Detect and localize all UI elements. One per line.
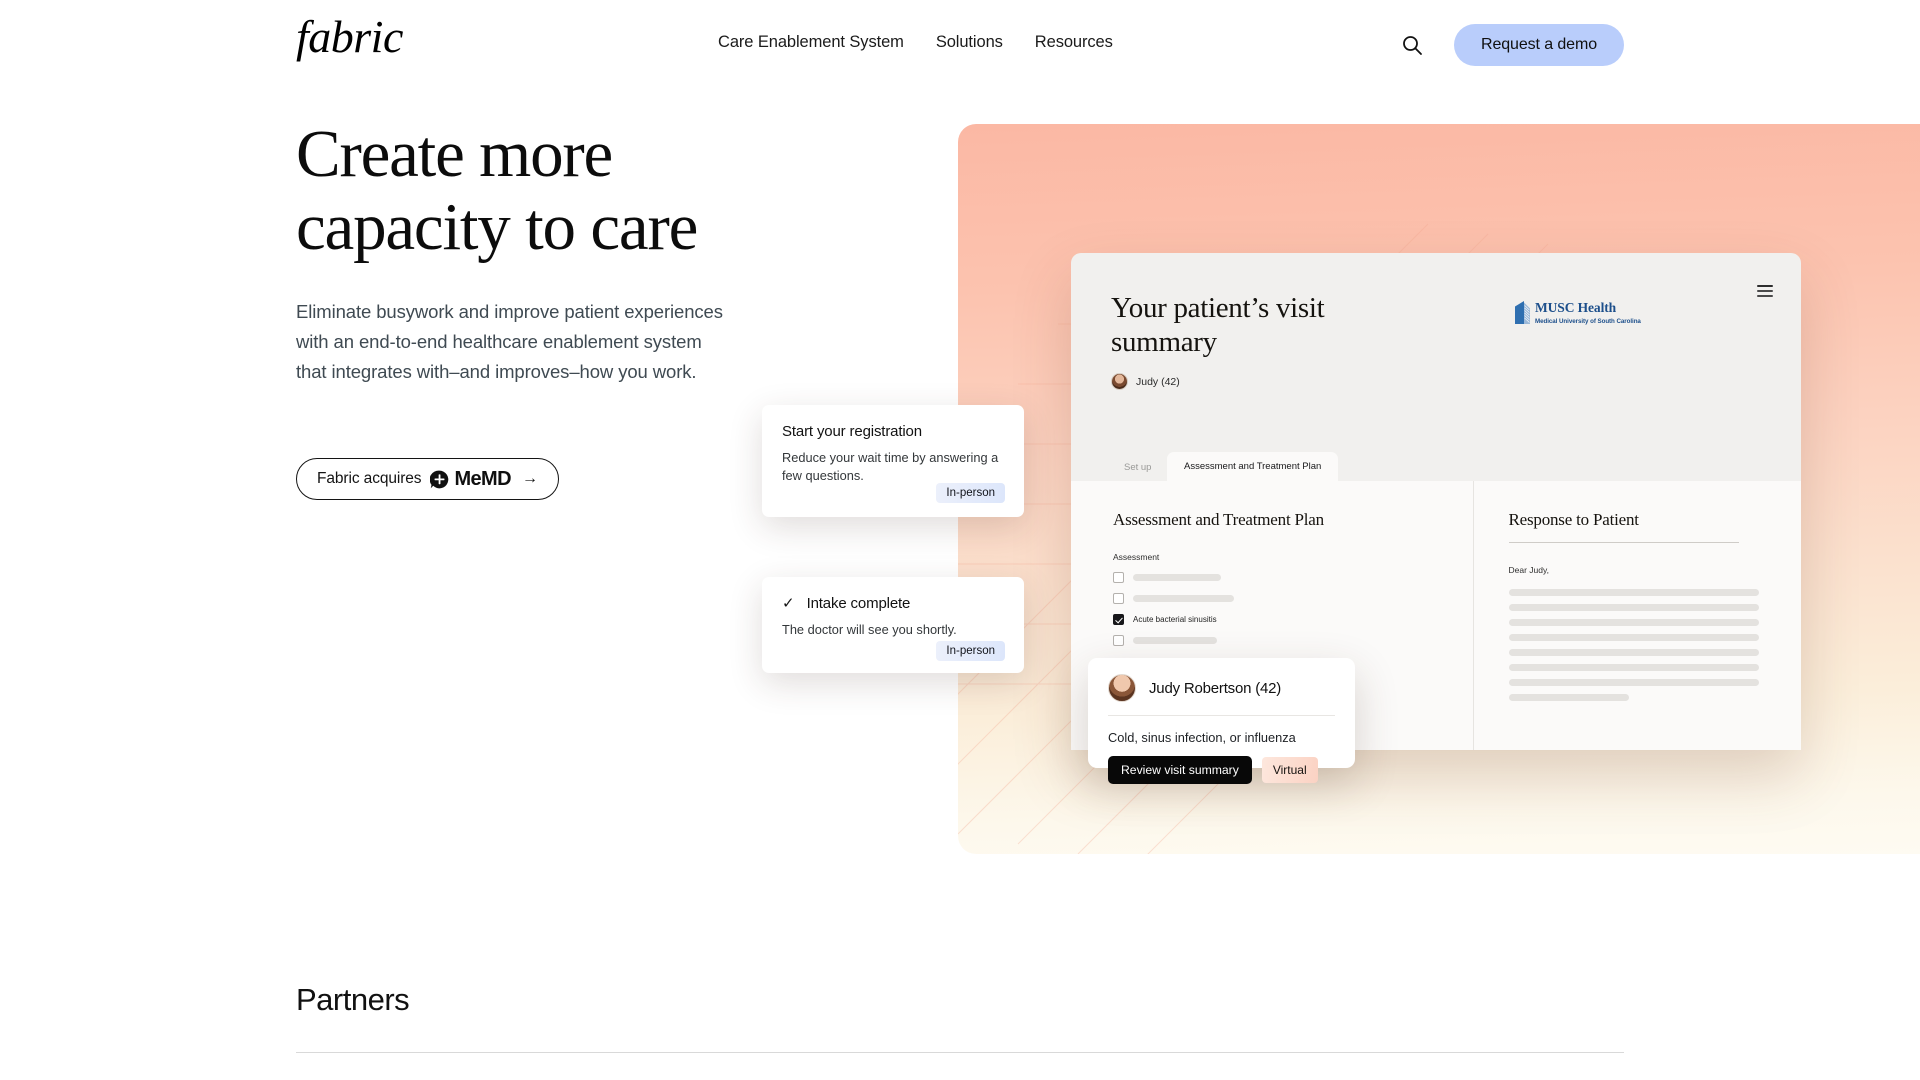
musc-health-name: MUSC Health [1535, 300, 1617, 315]
main-navigation: Care Enablement System Solutions Resourc… [718, 33, 1113, 52]
placeholder-bar [1508, 619, 1759, 626]
review-visit-summary-button[interactable]: Review visit summary [1108, 756, 1252, 784]
registration-card: Start your registration Reduce your wait… [762, 405, 1024, 517]
avatar [1108, 674, 1136, 702]
response-placeholder-lines [1508, 589, 1759, 701]
app-card-tabs: Set up Assessment and Treatment Plan [1071, 451, 1801, 481]
assessment-panel-heading: Assessment and Treatment Plan [1113, 510, 1324, 529]
patient-summary-card: Judy Robertson (42) Cold, sinus infectio… [1088, 658, 1355, 784]
assessment-field-label: Assessment [1113, 552, 1160, 562]
intake-card-title: Intake complete [806, 595, 911, 612]
app-card-title: Your patient’s visit summary [1111, 292, 1325, 359]
registration-card-body: Reduce your wait time by answering a few… [782, 450, 999, 484]
patient-name: Judy Robertson (42) [1149, 679, 1282, 697]
checkbox-icon[interactable] [1113, 635, 1124, 646]
intake-complete-card: ✓ Intake complete The doctor will see yo… [762, 577, 1024, 673]
status-badge: In-person [936, 641, 1005, 661]
request-demo-button[interactable]: Request a demo [1453, 24, 1624, 66]
response-panel: Response to Patient Dear Judy, [1473, 481, 1802, 750]
checkbox-icon[interactable] [1113, 593, 1124, 604]
registration-card-title: Start your registration [782, 423, 922, 440]
placeholder-bar [1508, 694, 1629, 701]
acquires-label: Fabric acquires [317, 470, 422, 487]
patient-mini-row: Judy (42) [1111, 373, 1180, 390]
response-panel-heading: Response to Patient [1508, 510, 1640, 529]
status-badge-virtual: Virtual [1261, 757, 1318, 783]
page-title: Create more capacity to care [296, 117, 916, 265]
placeholder-bar [1508, 649, 1759, 656]
divider [1508, 542, 1739, 543]
list-item[interactable] [1113, 593, 1473, 604]
checkbox-icon[interactable] [1113, 572, 1124, 583]
checkbox-checked-icon[interactable] [1113, 614, 1124, 625]
tab-assessment-and-treatment-plan[interactable]: Assessment and Treatment Plan [1167, 452, 1339, 481]
partners-divider [296, 1052, 1624, 1053]
placeholder-bar [1133, 637, 1217, 644]
tab-set-up[interactable]: Set up [1109, 454, 1166, 481]
search-icon[interactable] [1400, 33, 1424, 57]
fabric-acquires-memd-button[interactable]: Fabric acquires MeMD → [296, 458, 559, 500]
nav-item-resources[interactable]: Resources [1035, 33, 1113, 52]
arrow-right-icon: → [521, 470, 538, 487]
placeholder-bar [1133, 595, 1234, 602]
memd-plus-bubble-icon [430, 470, 449, 489]
patient-card-actions: Review visit summary Virtual [1108, 756, 1335, 784]
hero-subtitle: Eliminate busywork and improve patient e… [296, 301, 723, 382]
memd-logo: MeMD [430, 467, 512, 491]
hero-title-line-1: Create more [296, 117, 613, 191]
placeholder-bar [1508, 604, 1759, 611]
nav-item-solutions[interactable]: Solutions [936, 33, 1003, 52]
placeholder-bar [1508, 634, 1759, 641]
status-badge: In-person [936, 483, 1005, 503]
divider [1108, 715, 1335, 716]
musc-building-icon [1514, 301, 1531, 325]
patient-visit-reason: Cold, sinus infection, or influenza [1108, 730, 1296, 745]
brand-logo[interactable]: fabric [296, 14, 403, 60]
list-item[interactable]: Acute bacterial sinusitis [1113, 614, 1473, 625]
placeholder-bar [1508, 664, 1759, 671]
memd-wordmark: MeMD [454, 467, 511, 490]
avatar [1111, 373, 1128, 390]
hamburger-icon[interactable] [1757, 285, 1773, 300]
site-header: fabric Care Enablement System Solutions … [0, 0, 1920, 92]
placeholder-bar [1508, 589, 1759, 596]
musc-health-logo: MUSC Health Medical University of South … [1514, 301, 1641, 325]
response-salutation: Dear Judy, [1508, 565, 1549, 575]
assessment-diagnosis-label: Acute bacterial sinusitis [1133, 615, 1217, 624]
placeholder-bar [1508, 679, 1759, 686]
nav-item-care-enablement-system[interactable]: Care Enablement System [718, 33, 904, 52]
list-item[interactable] [1113, 572, 1473, 583]
placeholder-bar [1133, 574, 1221, 581]
intake-card-body: The doctor will see you shortly. [782, 622, 957, 637]
check-icon: ✓ [782, 595, 795, 612]
header-actions: Request a demo [1400, 24, 1624, 66]
list-item[interactable] [1113, 635, 1473, 646]
partners-heading: Partners [296, 982, 410, 1017]
hero-title-line-2: capacity to care [296, 190, 698, 265]
patient-card-header: Judy Robertson (42) [1108, 674, 1335, 702]
musc-health-subtitle: Medical University of South Carolina [1535, 317, 1641, 325]
patient-mini-name: Judy (42) [1136, 375, 1180, 388]
panel-divider [1472, 481, 1474, 750]
